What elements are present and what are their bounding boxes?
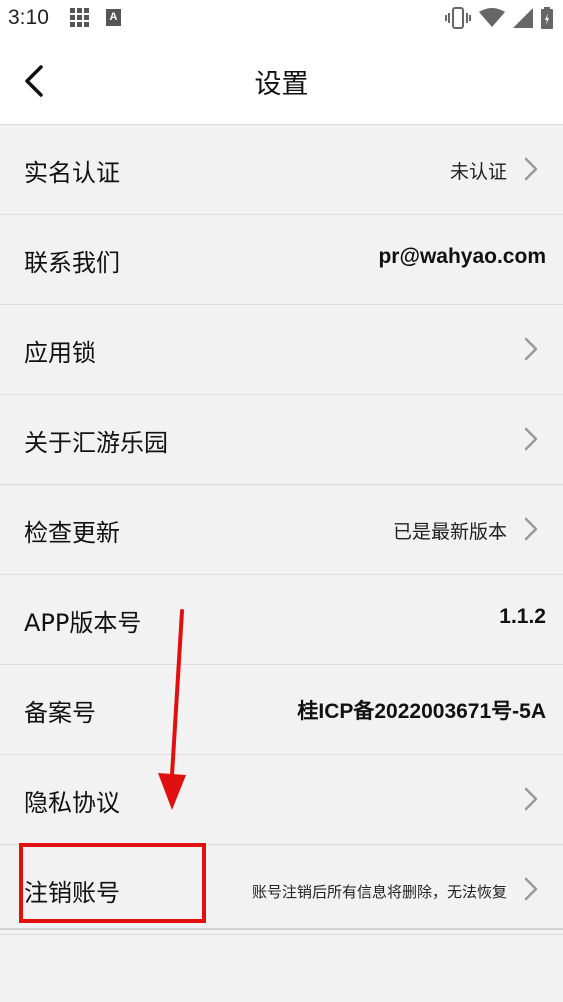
settings-row-real-name-auth[interactable]: 实名认证 未认证 — [0, 125, 563, 215]
row-value: 桂ICP备2022003671号-5A — [297, 700, 546, 723]
row-label: 注销账号 — [24, 879, 120, 907]
wifi-icon — [479, 8, 505, 27]
row-value: 已是最新版本 — [392, 521, 507, 543]
row-label: 备案号 — [24, 699, 96, 727]
chevron-right-icon — [524, 787, 538, 811]
chevron-right-icon — [524, 517, 538, 541]
list-bottom-divider — [0, 928, 563, 930]
settings-row-app-lock[interactable]: 应用锁 — [0, 305, 563, 395]
a-badge-icon: A — [106, 9, 121, 26]
chevron-right-icon — [524, 427, 538, 451]
settings-row-privacy-policy[interactable]: 隐私协议 — [0, 755, 563, 845]
page-title: 设置 — [254, 69, 309, 100]
row-value: 未认证 — [449, 161, 507, 183]
row-label: 应用锁 — [24, 339, 96, 367]
battery-icon — [541, 7, 553, 29]
vibrate-icon — [445, 7, 471, 29]
chevron-right-icon — [524, 877, 538, 901]
settings-row-check-update[interactable]: 检查更新 已是最新版本 — [0, 485, 563, 575]
status-icons — [445, 6, 553, 30]
row-value: 1.1.2 — [499, 605, 546, 628]
status-time: 3:10 — [8, 6, 49, 29]
grid-icon — [70, 8, 89, 27]
row-label: 检查更新 — [24, 519, 120, 547]
header: 设置 — [0, 36, 563, 125]
cell-signal-icon — [513, 8, 533, 28]
settings-row-delete-account[interactable]: 注销账号 账号注销后所有信息将删除，无法恢复 — [0, 845, 563, 935]
row-label: 关于汇游乐园 — [24, 429, 168, 457]
row-label: 实名认证 — [24, 159, 120, 187]
row-value: pr@wahyao.com — [378, 245, 546, 268]
settings-row-icp-record: 备案号 桂ICP备2022003671号-5A — [0, 665, 563, 755]
chevron-right-icon — [524, 337, 538, 361]
chevron-right-icon — [524, 157, 538, 181]
settings-row-app-version: APP版本号 1.1.2 — [0, 575, 563, 665]
status-bar: 3:10 A — [0, 0, 563, 36]
settings-row-contact-us: 联系我们 pr@wahyao.com — [0, 215, 563, 305]
settings-row-about[interactable]: 关于汇游乐园 — [0, 395, 563, 485]
row-label: 联系我们 — [24, 249, 120, 277]
row-label: 隐私协议 — [24, 789, 120, 817]
settings-list: 实名认证 未认证联系我们 pr@wahyao.com 应用锁关于汇游乐园 检查更新 已是最… — [0, 125, 563, 935]
row-label: APP版本号 — [24, 609, 142, 637]
row-value: 账号注销后所有信息将删除，无法恢复 — [251, 883, 507, 901]
